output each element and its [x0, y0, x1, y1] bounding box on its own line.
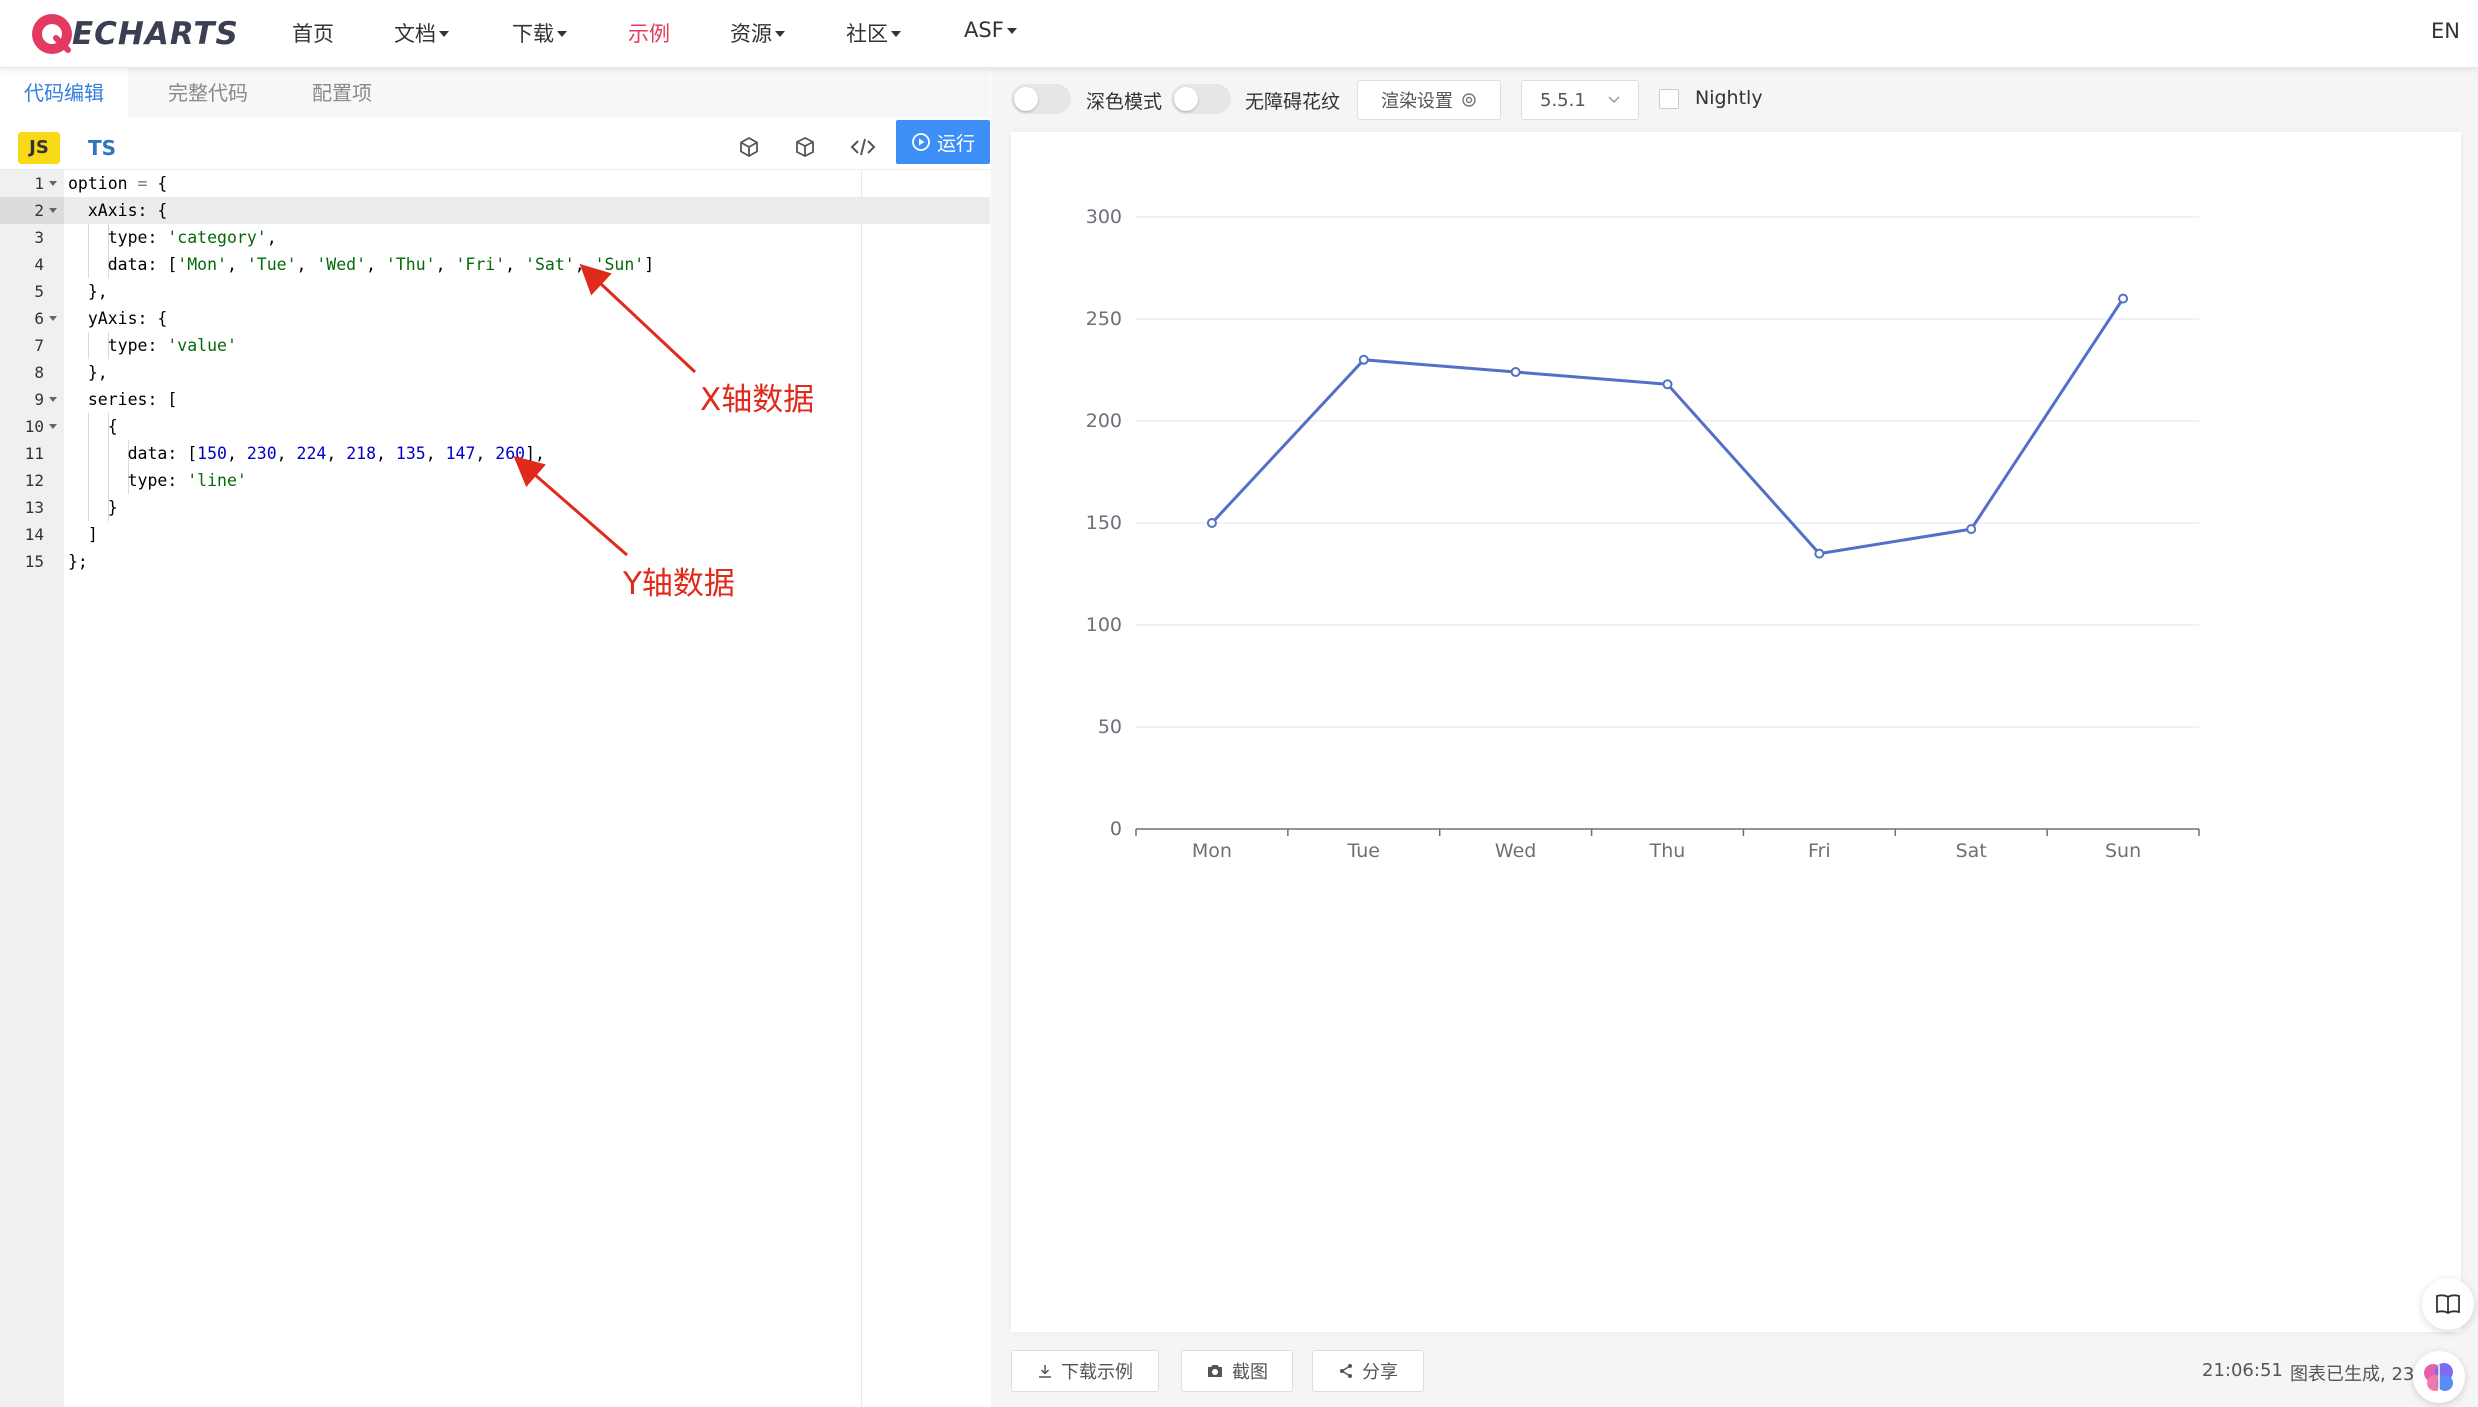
- code-editor-panel: 代码编辑 完整代码 配置项 JS TS 运行 1 option = {2 xA…: [0, 68, 990, 1407]
- camera-icon: [1208, 1365, 1222, 1377]
- tab-options[interactable]: 配置项: [288, 68, 396, 118]
- x-axis-annotation-arrow: [579, 263, 697, 374]
- caret-down-icon: [775, 31, 785, 37]
- package-icon[interactable]: [790, 132, 820, 162]
- data-point: [2118, 293, 2129, 304]
- nightly-checkbox[interactable]: [1659, 89, 1679, 109]
- nav-item-label: 文档: [394, 22, 436, 46]
- language-switch[interactable]: EN: [2431, 19, 2460, 43]
- run-button-label: 运行: [936, 132, 975, 155]
- chart-preview-panel: 深色模式 无障碍花纹 渲染设置 5.5.1 Nightly 0 50 100 150 2…: [991, 68, 2478, 1407]
- data-point: [1662, 379, 1673, 390]
- x-tick-label: Wed: [1495, 840, 1536, 862]
- nav-item-label: 首页: [292, 22, 334, 46]
- line-chart: 0 50 100 150 200 250 300 Mon Tue Wed Thu Fri Sat Sun: [1086, 206, 2200, 862]
- screenshot-button[interactable]: 截图: [1181, 1350, 1293, 1392]
- nav-item-label: 下载: [512, 22, 554, 46]
- code-icon[interactable]: [848, 132, 878, 162]
- x-tick-label: Mon: [1192, 840, 1232, 862]
- nav-item-home[interactable]: 首页: [292, 18, 334, 48]
- series-line: [1210, 297, 2125, 556]
- toggle-knob: [1174, 87, 1198, 111]
- y-axis-annotation-arrow: [513, 456, 628, 557]
- render-settings-button[interactable]: 渲染设置: [1357, 80, 1501, 120]
- dark-mode-toggle[interactable]: [1011, 84, 1071, 114]
- toggle-knob: [1014, 87, 1038, 111]
- ts-language-button[interactable]: TS: [88, 132, 116, 164]
- data-point: [1206, 518, 1217, 528]
- nav-item-asf[interactable]: ASF: [964, 18, 1017, 42]
- y-tick-label: 0: [1110, 818, 1122, 840]
- editor-tabbar: 代码编辑 完整代码 配置项: [0, 68, 990, 118]
- annotation-arrows: [513, 263, 697, 557]
- logo-text: ECHARTS: [72, 16, 239, 52]
- x-tick-label: Tue: [1347, 840, 1380, 862]
- gear-icon: [1462, 93, 1476, 107]
- y-axis-data-annotation: Y轴数据: [623, 566, 735, 602]
- nav-item-community[interactable]: 社区: [846, 18, 901, 48]
- play-circle-icon: [912, 133, 930, 151]
- x-tick-label: Thu: [1649, 840, 1686, 862]
- codesandbox-icon[interactable]: [734, 132, 764, 162]
- aria-pattern-label: 无障碍花纹: [1245, 91, 1341, 113]
- caret-down-icon: [891, 31, 901, 37]
- screenshot-label: 截图: [1232, 1362, 1268, 1383]
- nightly-label: Nightly: [1695, 87, 1763, 109]
- data-point: [1966, 524, 1977, 535]
- code-area[interactable]: 1 option = {2 xAxis: {3 type: 'category',…: [0, 170, 990, 1407]
- data-point: [1510, 367, 1521, 378]
- tab-code-edit[interactable]: 代码编辑: [0, 68, 128, 118]
- status-message: 图表已生成, 23.: [2290, 1364, 2421, 1385]
- download-icon: [1039, 1365, 1051, 1378]
- share-icon: [1340, 1364, 1352, 1378]
- echarts-logo-icon: [32, 14, 72, 54]
- y-tick-label: 250: [1086, 308, 1122, 330]
- echarts-logo[interactable]: ECHARTS: [28, 8, 239, 60]
- download-example-button[interactable]: 下载示例: [1011, 1350, 1159, 1392]
- chevron-down-icon: [1608, 96, 1620, 104]
- language-bar: JS TS 运行: [0, 118, 990, 170]
- dark-mode-label: 深色模式: [1086, 91, 1163, 113]
- caret-down-icon: [1006, 28, 1017, 34]
- nav-item-download[interactable]: 下载: [512, 18, 567, 48]
- nav-item-label: 社区: [846, 22, 888, 46]
- run-button[interactable]: 运行: [896, 120, 990, 164]
- y-tick-label: 300: [1086, 206, 1122, 228]
- nav-item-docs[interactable]: 文档: [394, 18, 449, 48]
- nav-item-label: 资源: [730, 22, 772, 46]
- y-tick-label: 150: [1086, 512, 1122, 534]
- data-point: [1814, 548, 1825, 559]
- version-value: 5.5.1: [1540, 89, 1586, 111]
- y-tick-label: 50: [1098, 716, 1122, 738]
- nav-item-label: ASF: [964, 18, 1004, 42]
- caret-down-icon: [557, 31, 567, 37]
- status-time: 21:06:51: [2202, 1360, 2283, 1381]
- aria-pattern-toggle[interactable]: [1171, 84, 1231, 114]
- nav-item-resources[interactable]: 资源: [730, 18, 785, 48]
- top-navbar: ECHARTS 首页 文档 下载 示例 资源 社区 ASF EN: [0, 0, 2478, 68]
- js-language-button[interactable]: JS: [18, 132, 60, 164]
- share-label: 分享: [1362, 1362, 1398, 1383]
- ai-assistant-button[interactable]: [2413, 1351, 2465, 1403]
- tab-full-code[interactable]: 完整代码: [144, 68, 272, 118]
- nav-item-examples[interactable]: 示例: [628, 18, 670, 48]
- caret-down-icon: [439, 31, 449, 37]
- brain-icon: [2424, 1363, 2453, 1391]
- version-select[interactable]: 5.5.1: [1521, 80, 1639, 120]
- download-example-label: 下载示例: [1061, 1362, 1133, 1383]
- render-settings-label: 渲染设置: [1381, 91, 1453, 112]
- nav-item-label: 示例: [628, 22, 670, 46]
- docs-book-button[interactable]: [2422, 1278, 2474, 1330]
- x-tick-label: Sun: [2105, 840, 2141, 862]
- y-tick-label: 100: [1086, 614, 1122, 636]
- share-button[interactable]: 分享: [1312, 1350, 1424, 1392]
- x-tick-label: Fri: [1808, 840, 1831, 862]
- book-icon: [2436, 1294, 2460, 1315]
- y-tick-label: 200: [1086, 410, 1122, 432]
- x-axis-data-annotation: X轴数据: [700, 382, 815, 418]
- data-point: [1358, 354, 1369, 365]
- x-tick-label: Sat: [1956, 840, 1987, 862]
- chart-container[interactable]: 0 50 100 150 200 250 300 Mon Tue Wed Thu Fri Sat Sun: [1011, 132, 2461, 1332]
